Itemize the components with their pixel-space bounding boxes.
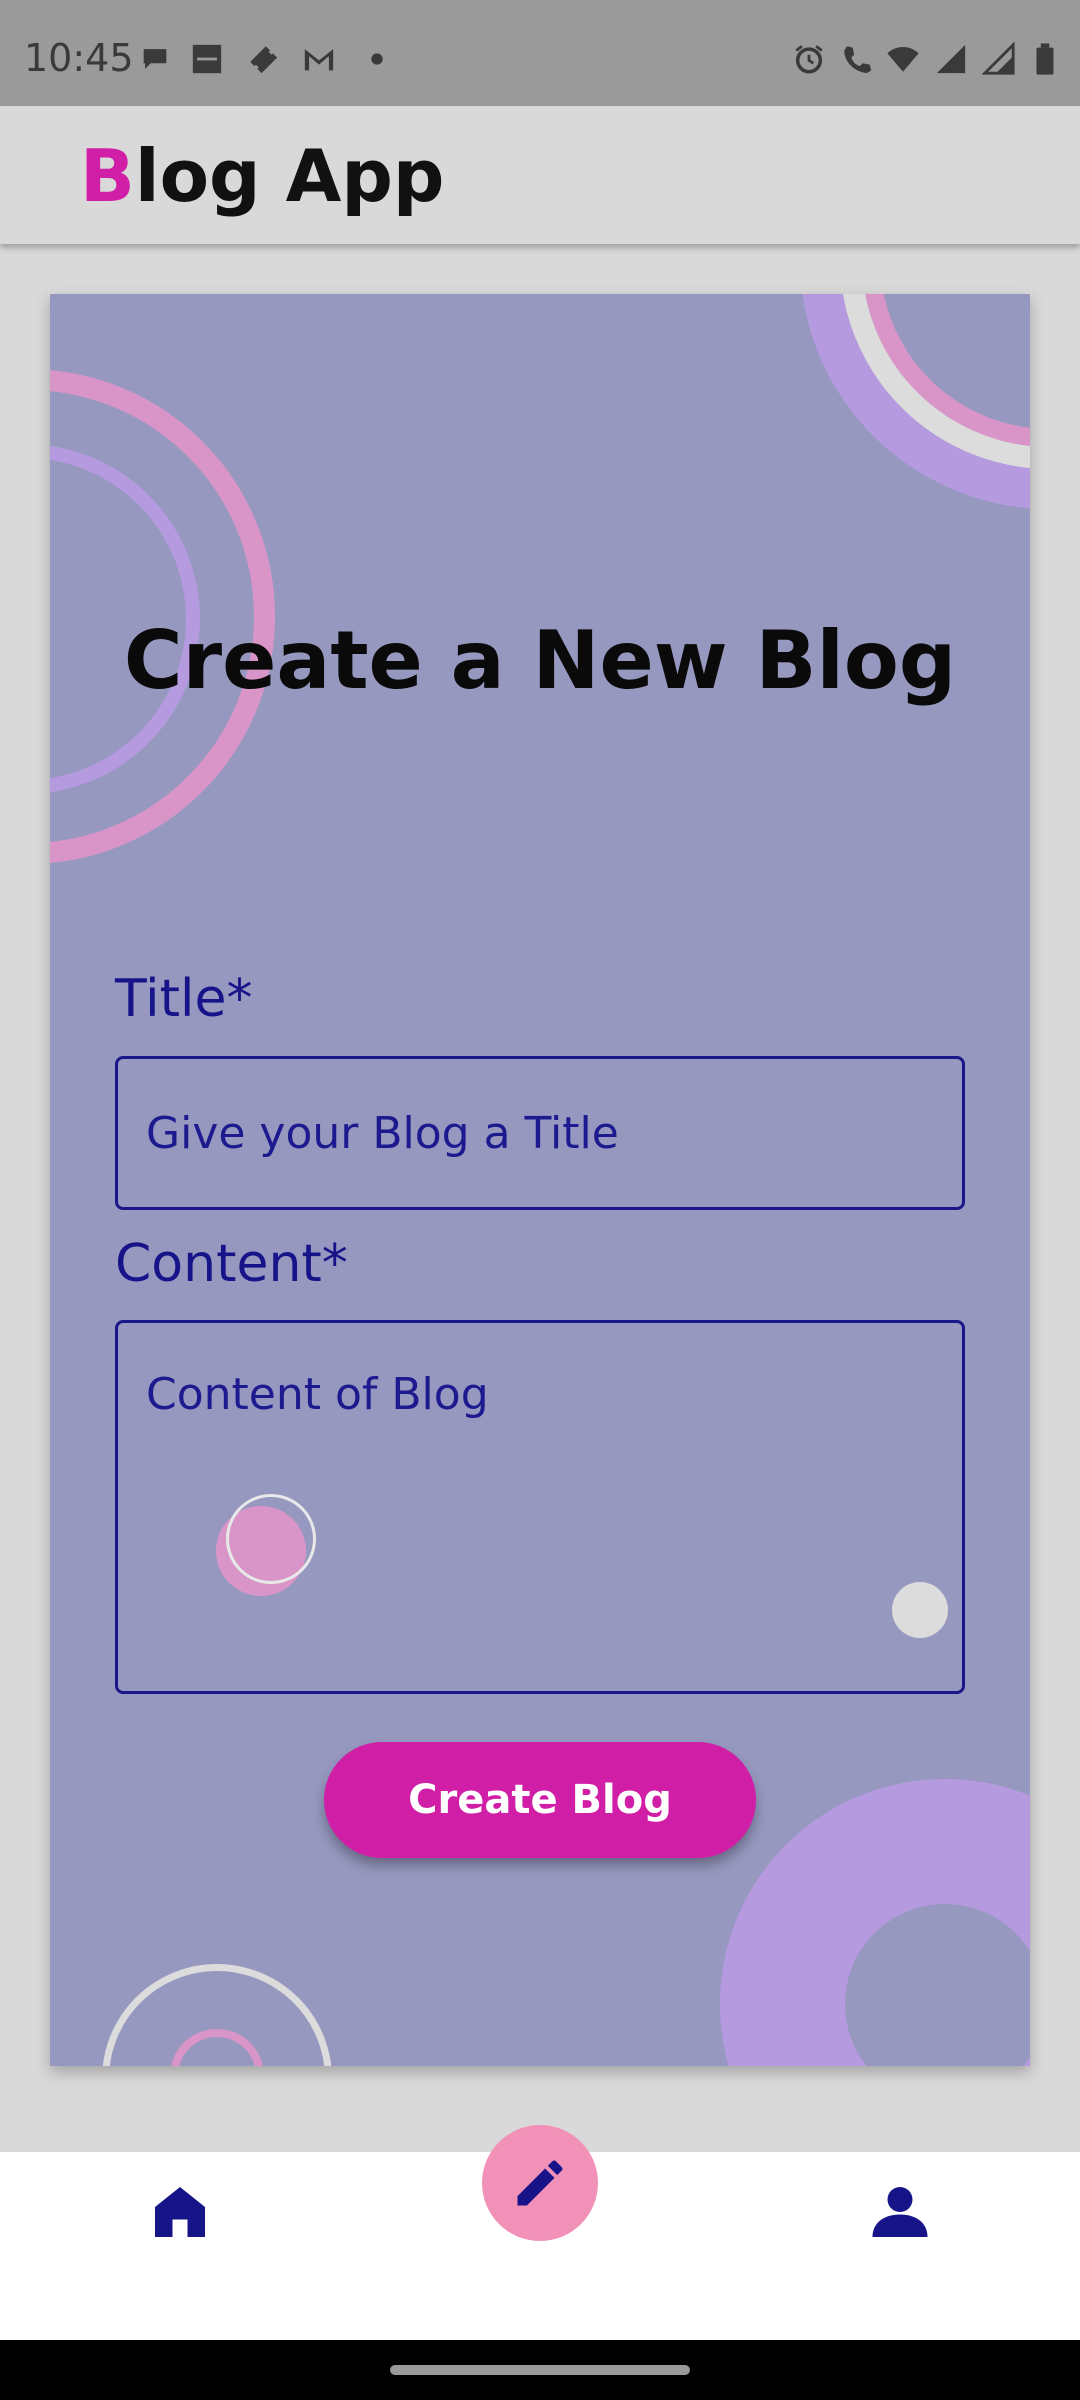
signal-icon — [936, 44, 966, 74]
title-input[interactable] — [115, 1056, 965, 1210]
new-blog-fab[interactable] — [482, 2125, 598, 2241]
zomato-icon — [192, 44, 222, 74]
wifi-icon — [887, 46, 919, 72]
home-icon[interactable] — [150, 2182, 210, 2242]
create-blog-button[interactable]: Create Blog — [324, 1742, 756, 1858]
app-title-initial: B — [80, 134, 135, 218]
dot-icon — [371, 53, 383, 65]
content-label: Content* — [115, 1234, 348, 1294]
home-gesture-bar[interactable] — [390, 2365, 690, 2375]
status-bar: 10:45 — [0, 0, 1080, 106]
create-blog-card: Create a New Blog Title* Content* Create… — [50, 294, 1030, 2066]
title-label: Title* — [115, 969, 253, 1029]
decor-ring — [720, 1779, 1030, 2066]
battery-icon — [1036, 43, 1054, 75]
gmail-icon — [304, 49, 334, 71]
status-time: 10:45 — [24, 36, 134, 80]
pencil-icon — [517, 2160, 563, 2206]
decor-bubble — [226, 1494, 316, 1584]
profile-icon[interactable] — [870, 2182, 930, 2242]
ticket-icon — [250, 46, 278, 74]
app-title-rest: log App — [134, 134, 445, 218]
decor-bubble — [892, 1582, 948, 1638]
call-icon — [844, 46, 872, 74]
app-title: Blog App — [80, 134, 444, 218]
alarm-icon — [795, 45, 823, 74]
signal-2-icon — [982, 42, 1015, 75]
app-bar: Blog App — [0, 106, 1080, 244]
page-title: Create a New Blog — [123, 614, 957, 707]
chat-icon — [143, 49, 167, 69]
